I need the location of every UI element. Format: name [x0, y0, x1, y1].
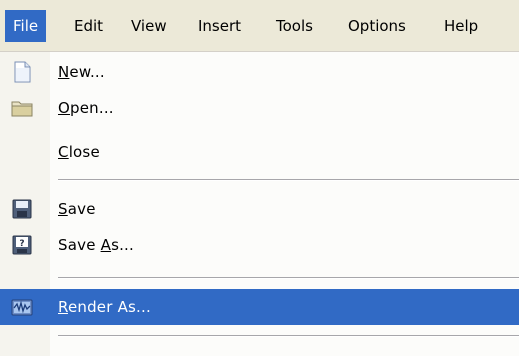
menu-item-open[interactable]: Open... [0, 90, 519, 126]
menu-item-open-label: Open... [58, 99, 114, 117]
menu-item-close[interactable]: Close [0, 134, 519, 170]
menu-item-new[interactable]: New... [0, 54, 519, 90]
menu-item-render-as[interactable]: Render As... [0, 289, 519, 325]
menu-insert[interactable]: Insert [190, 10, 249, 42]
menu-view[interactable]: View [123, 10, 175, 42]
application-window: File Edit View Insert Tools Options Help… [0, 0, 519, 356]
menu-item-close-label: Close [58, 143, 100, 161]
menu-item-save-as[interactable]: ? Save As... [0, 227, 519, 263]
menu-item-save-label: Save [58, 200, 96, 218]
menu-separator [58, 335, 519, 337]
file-menu-dropdown: New... Open... Close Save ? Save As... R… [0, 52, 519, 356]
render-icon [11, 296, 33, 318]
menu-tools[interactable]: Tools [268, 10, 321, 42]
svg-text:?: ? [19, 239, 24, 249]
folder-icon [11, 97, 33, 119]
menu-item-save[interactable]: Save [0, 191, 519, 227]
menu-separator [58, 277, 519, 279]
menu-file[interactable]: File [5, 10, 47, 42]
floppy-disk-icon [11, 198, 33, 220]
menu-help[interactable]: Help [436, 10, 486, 42]
menu-edit[interactable]: Edit [66, 10, 111, 42]
menu-item-save-as-label: Save As... [58, 236, 134, 254]
menu-options[interactable]: Options [340, 10, 414, 42]
menu-bar: File Edit View Insert Tools Options Help [0, 0, 519, 52]
save-as-icon: ? [11, 234, 33, 256]
menu-item-new-label: New... [58, 63, 105, 81]
menu-item-render-as-label: Render As... [58, 298, 151, 316]
menu-separator [58, 179, 519, 181]
new-document-icon [11, 61, 33, 83]
